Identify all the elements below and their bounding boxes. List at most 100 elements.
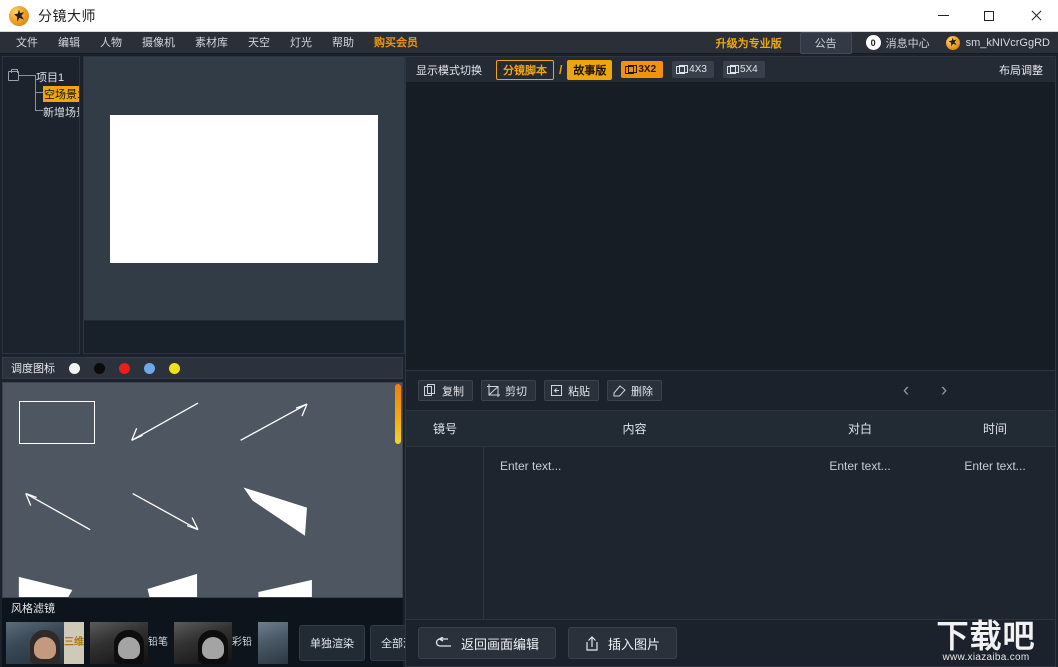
edit-toolbar: 复制 剪切 粘贴 删除 ‹ ›: [405, 371, 1056, 411]
dispatch-icon-bar: 调度图标: [2, 357, 403, 379]
user-account[interactable]: sm_kNIVcrGgRD: [945, 35, 1050, 50]
cell-content-input[interactable]: Enter text...: [484, 447, 785, 619]
style-filter-title: 风格滤镜: [11, 603, 55, 615]
main-body: 项目1 空场景1 新增场景 调度图标: [0, 54, 1058, 667]
board-navigation: ‹ ›: [887, 381, 1055, 400]
close-button[interactable]: [1012, 0, 1058, 32]
canvas-frame[interactable]: [110, 114, 378, 263]
grid-icon: [676, 64, 689, 74]
tree-node-add-scene[interactable]: 新增场景: [43, 104, 79, 120]
color-swatch-blue[interactable]: [144, 362, 155, 374]
grid-option-label: 4X3: [689, 64, 707, 75]
notice-button[interactable]: 公告: [799, 31, 852, 54]
copy-button[interactable]: 复制: [418, 380, 473, 401]
table-row: Enter text... Enter text... Enter text..…: [406, 447, 1055, 619]
insert-image-button[interactable]: 插入图片: [568, 627, 678, 659]
shape-solid-arrow-4: [258, 579, 312, 597]
grid-option-label: 3X2: [638, 64, 657, 75]
menu-item-asset-library[interactable]: 素材库: [185, 32, 238, 54]
cell-shot-number[interactable]: [406, 447, 484, 619]
undo-arrow-icon: [435, 636, 452, 650]
storyboard-table: 镜号 内容 对白 时间 Enter text... Enter text... …: [405, 411, 1056, 620]
shape-arrow-diag-up-left: [25, 492, 91, 531]
delete-button[interactable]: 删除: [607, 380, 662, 401]
back-to-frame-edit-button[interactable]: 返回画面编辑: [418, 627, 557, 659]
table-header-shot: 镜号: [432, 422, 457, 436]
shape-solid-arrow-2: [18, 576, 73, 597]
menu-item-help[interactable]: 帮助: [322, 32, 364, 54]
message-center-label: 消息中心: [885, 37, 930, 50]
grid-option-4x3[interactable]: 4X3: [672, 61, 714, 78]
style-filter-label: 三维: [64, 621, 84, 664]
menu-item-sky[interactable]: 天空: [238, 32, 280, 54]
menu-bar-right: 升级为专业版 公告 0 消息中心 sm_kNIVcrGgRD: [704, 31, 1058, 54]
paste-icon: [550, 384, 563, 397]
color-swatch-black[interactable]: [94, 362, 105, 374]
menu-item-camera[interactable]: 摄像机: [132, 32, 185, 54]
paste-label: 粘贴: [568, 385, 590, 398]
color-swatch-white[interactable]: [69, 362, 80, 374]
maximize-button[interactable]: [966, 0, 1012, 32]
close-icon: [1030, 10, 1041, 21]
cut-button[interactable]: 剪切: [481, 380, 536, 401]
minimize-icon: [937, 15, 949, 16]
canvas-stage[interactable]: [84, 57, 404, 320]
table-header-dialogue: 对白: [847, 422, 872, 436]
style-filter-item-extra[interactable]: [258, 621, 288, 664]
menu-item-character[interactable]: 人物: [90, 32, 132, 54]
folder-icon: [8, 69, 19, 81]
project-tree-panel[interactable]: 项目1 空场景1 新增场景: [2, 56, 80, 354]
table-header-time: 时间: [982, 422, 1007, 436]
chevron-left-icon[interactable]: ‹: [887, 381, 925, 400]
style-filter-label: 彩铅: [232, 621, 252, 664]
style-thumbnail: [90, 621, 148, 664]
style-thumbnail: [258, 621, 288, 664]
menu-item-buy-membership[interactable]: 购买会员: [364, 32, 428, 54]
menu-item-edit[interactable]: 编辑: [48, 32, 90, 54]
cell-dialogue-input[interactable]: Enter text...: [785, 447, 935, 619]
eraser-icon: [613, 384, 626, 397]
paste-button[interactable]: 粘贴: [544, 380, 599, 401]
tree-node-scene-selected[interactable]: 空场景1: [43, 86, 79, 102]
menu-item-lighting[interactable]: 灯光: [280, 32, 322, 54]
style-filter-item-color-pencil[interactable]: 彩铅: [174, 621, 252, 664]
style-filter-row: 三维 铅笔 彩铅 单独渲染 全部渲染 还原: [2, 618, 485, 667]
cell-time-input[interactable]: Enter text...: [935, 447, 1055, 619]
shape-palette[interactable]: [2, 382, 403, 598]
layout-adjust-button[interactable]: 布局调整: [999, 62, 1043, 78]
grid-option-3x2[interactable]: 3X2: [621, 61, 664, 78]
back-to-frame-edit-label: 返回画面编辑: [461, 636, 540, 652]
grid-option-5x4[interactable]: 5X4: [722, 61, 765, 78]
window-controls: [920, 0, 1058, 32]
left-top-row: 项目1 空场景1 新增场景: [0, 54, 405, 354]
copy-icon: [424, 384, 437, 397]
message-center-button[interactable]: 0 消息中心: [865, 35, 930, 51]
display-mode-bar: 显示模式切换 分镜脚本 / 故事版 3X2 4X3 5X4 布局调整: [405, 56, 1056, 82]
style-filter-item-pencil[interactable]: 铅笔: [90, 621, 168, 664]
grid-option-label: 5X4: [739, 64, 758, 75]
tree-connector: [35, 110, 43, 111]
cut-icon: [487, 384, 500, 397]
user-avatar-icon: [945, 35, 960, 50]
shape-palette-scrollbar[interactable]: [395, 384, 401, 444]
mode-separator: /: [559, 62, 563, 77]
menu-item-file[interactable]: 文件: [6, 32, 48, 54]
upgrade-pro-link[interactable]: 升级为专业版: [704, 35, 794, 51]
color-swatch-red[interactable]: [119, 362, 130, 374]
chevron-right-icon[interactable]: ›: [925, 381, 963, 400]
mode-story-version[interactable]: 故事版: [567, 59, 613, 80]
shape-arrow-diag-right: [240, 403, 308, 441]
style-filter-header: 风格滤镜: [2, 598, 403, 618]
color-swatch-yellow[interactable]: [169, 362, 180, 374]
mode-storyboard-script[interactable]: 分镜脚本: [496, 59, 554, 80]
grid-icon: [726, 64, 739, 74]
minimize-button[interactable]: [920, 0, 966, 32]
bottom-action-bar: 返回画面编辑 插入图片: [405, 620, 1056, 667]
left-panel: 项目1 空场景1 新增场景 调度图标: [0, 54, 485, 667]
storyboard-canvas-area[interactable]: [405, 82, 1056, 371]
title-bar: 分镜大师: [0, 0, 1058, 32]
render-single-button[interactable]: 单独渲染: [299, 624, 365, 661]
style-filter-item-3d[interactable]: 三维: [6, 621, 84, 664]
tree-node-project[interactable]: 项目1: [36, 69, 64, 85]
right-panel: 显示模式切换 分镜脚本 / 故事版 3X2 4X3 5X4 布局调整 复制 剪切…: [405, 54, 1058, 667]
